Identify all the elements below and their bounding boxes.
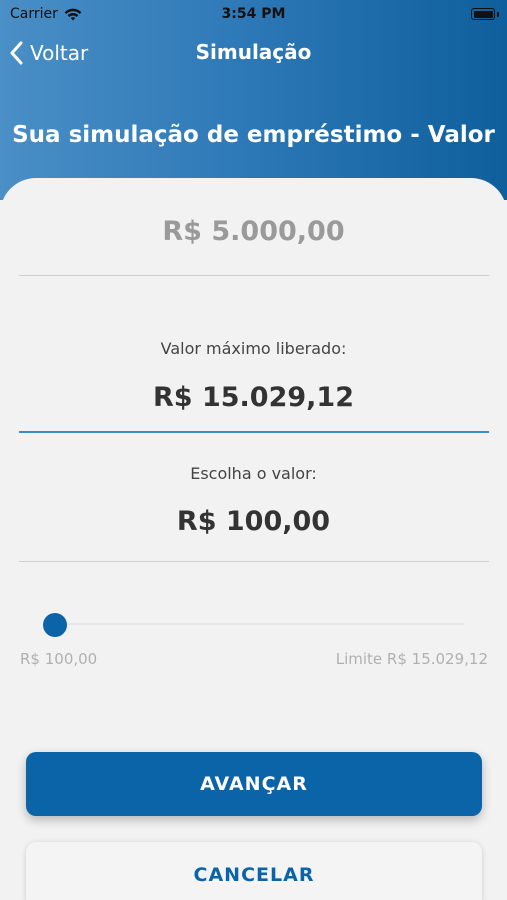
chosen-value: R$ 100,00 [176, 506, 331, 537]
value-slider-track[interactable] [46, 623, 464, 625]
battery-level [473, 10, 493, 18]
page-heading: Sua simulação de empréstimo - Valor [12, 122, 495, 148]
status-time: 3:54 PM [221, 6, 286, 22]
value-slider-thumb[interactable] [43, 613, 67, 637]
battery-tip [497, 12, 499, 17]
nav-title: Simulação [195, 40, 312, 64]
next-button[interactable]: AVANÇAR [26, 752, 482, 816]
divider [19, 561, 489, 562]
header-background [0, 0, 507, 200]
status-bar: Carrier 3:54 PM [0, 0, 507, 28]
max-release-underline [19, 431, 489, 433]
slider-min-label: R$ 100,00 [20, 650, 98, 668]
divider [19, 275, 489, 276]
slider-max-label: Limite R$ 15.029,12 [335, 650, 488, 668]
max-release-label: Valor máximo liberado: [160, 339, 347, 358]
choose-value-label: Escolha o valor: [190, 464, 317, 483]
screen: Carrier 3:54 PM Voltar Simulação Sua sim… [0, 0, 507, 900]
max-release-value: R$ 15.029,12 [153, 382, 354, 413]
cancel-button[interactable]: CANCELAR [26, 842, 482, 900]
battery-icon [471, 8, 495, 20]
loan-amount: R$ 5.000,00 [162, 216, 345, 247]
